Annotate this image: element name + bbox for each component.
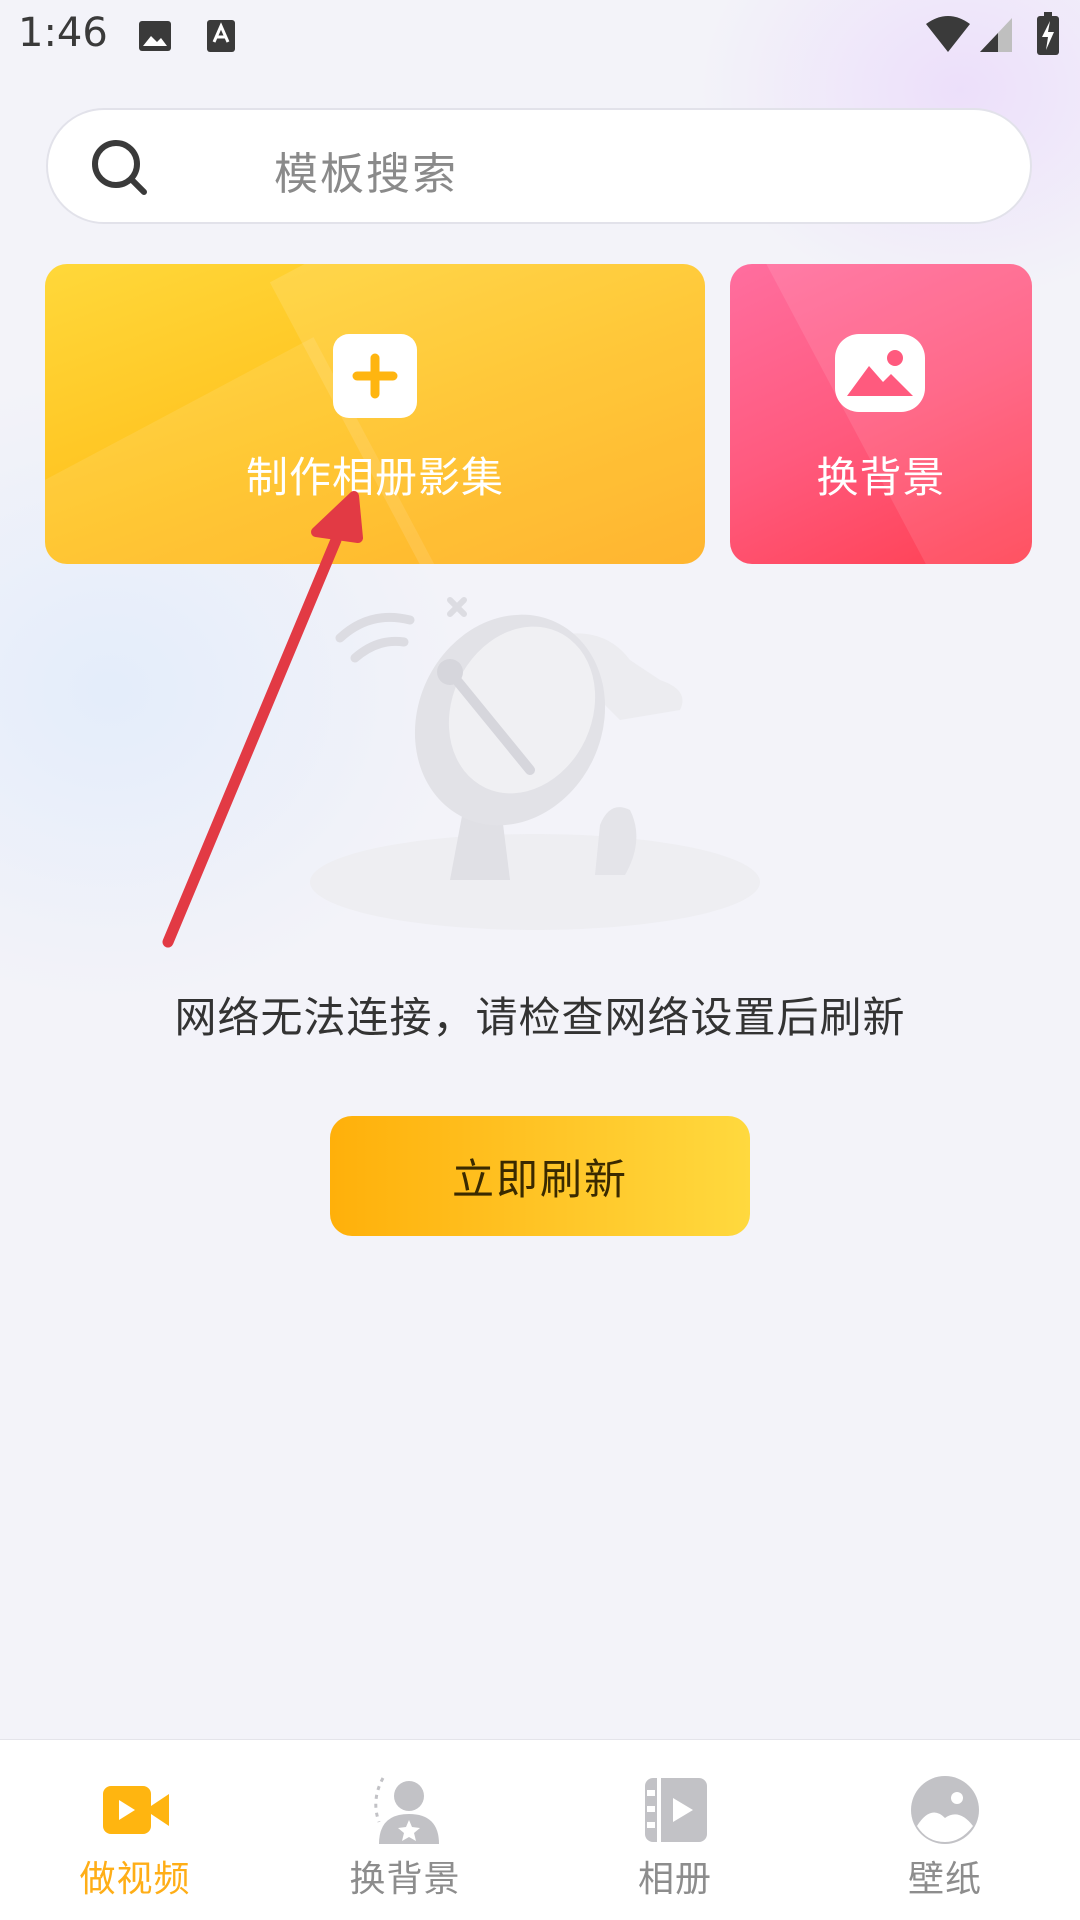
nav-item-album[interactable]: 相册 <box>540 1740 810 1920</box>
nav-label: 壁纸 <box>907 1859 982 1900</box>
make-album-card[interactable]: 制作相册影集 <box>45 264 705 564</box>
status-time: 1:46 <box>18 10 108 56</box>
plus-icon <box>333 334 417 418</box>
nav-label: 相册 <box>637 1859 712 1900</box>
person-star-icon <box>374 1777 439 1844</box>
nav-item-make-video[interactable]: 做视频 <box>0 1740 270 1920</box>
change-background-card[interactable]: 换背景 <box>730 264 1032 564</box>
bottom-nav: 做视频 换背景 相册 壁纸 <box>0 1740 1080 1920</box>
network-error-message: 网络无法连接，请检查网络设置后刷新 <box>174 993 906 1042</box>
wallpaper-icon <box>911 1776 979 1844</box>
status-bar: 1:46 <box>0 0 1080 76</box>
search-icon <box>92 140 147 195</box>
text-notification-icon <box>207 20 235 52</box>
make-album-label: 制作相册影集 <box>245 453 504 502</box>
image-icon <box>835 334 925 412</box>
search-bar[interactable]: 模板搜索 <box>46 108 1032 224</box>
gallery-notification-icon <box>139 21 171 51</box>
nav-label: 换背景 <box>349 1859 461 1900</box>
search-input[interactable]: 模板搜索 <box>274 138 458 202</box>
nav-item-wallpaper[interactable]: 壁纸 <box>810 1740 1080 1920</box>
change-background-label: 换背景 <box>816 453 946 502</box>
video-camera-icon <box>103 1786 169 1834</box>
wifi-icon <box>926 16 970 52</box>
nav-label: 做视频 <box>79 1859 191 1900</box>
film-play-icon <box>645 1778 707 1842</box>
refresh-button[interactable]: 立即刷新 <box>330 1116 750 1236</box>
satellite-dish-illustration <box>310 597 760 930</box>
nav-item-change-background[interactable]: 换背景 <box>270 1740 540 1920</box>
signal-icon <box>980 18 1012 52</box>
battery-charging-icon <box>1037 12 1059 55</box>
